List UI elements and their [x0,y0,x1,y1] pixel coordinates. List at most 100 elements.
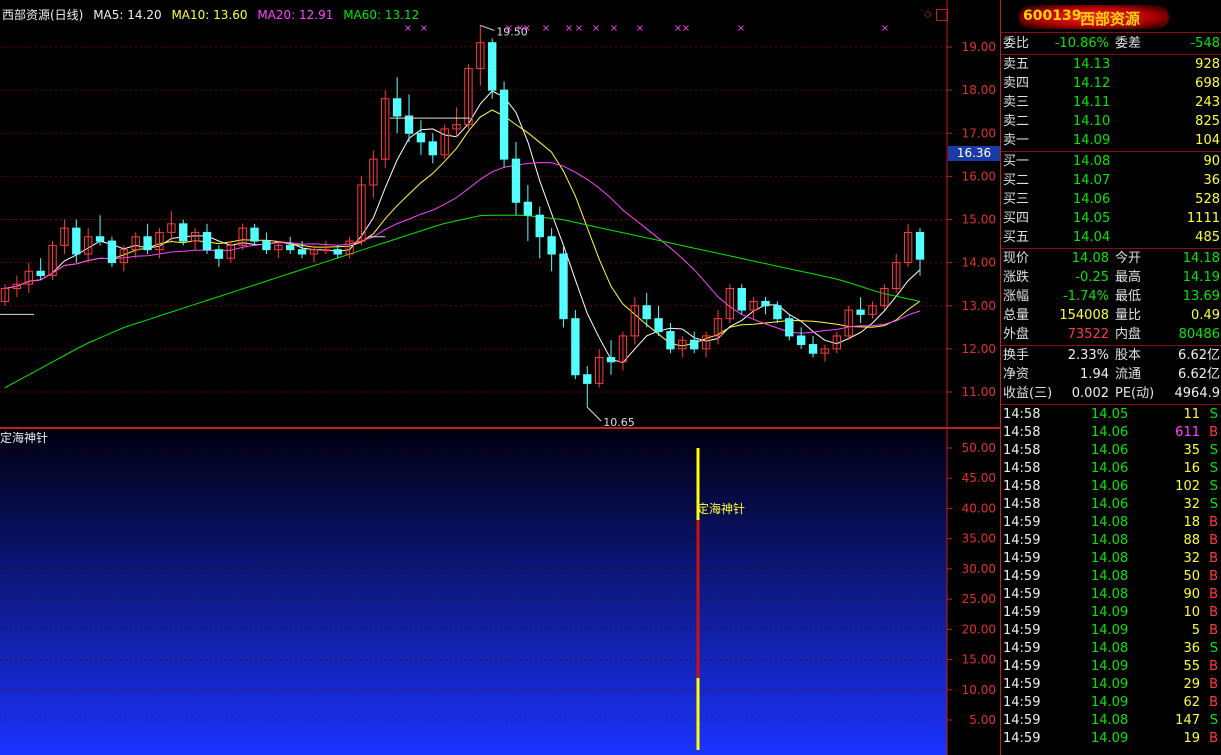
sell-level-label: 卖三 [1003,95,1030,110]
signal-mark: × [420,23,428,34]
tick-side: B [1209,677,1218,692]
candle-body [179,223,188,242]
panel-title: 600139 西部资源 [1001,0,1221,33]
candle-body [499,89,509,160]
tick-side: S [1209,461,1218,476]
fin-label: 流通 [1115,367,1142,382]
ma10-line [4,109,921,347]
fin-label: 换手 [1003,348,1030,363]
tick-time: 14:59 [1003,731,1041,746]
buy-volume: 36 [1203,173,1220,188]
sell-price: 14.13 [1073,57,1111,72]
sell-row: 卖五 14.13 928 [1001,56,1221,74]
stock-code: 600139 [1023,8,1082,24]
candle-body [202,231,212,251]
tick-volume: 50 [1183,569,1200,584]
candle-body [250,227,259,242]
sell-row: 卖二 14.10 825 [1001,113,1221,131]
fin-row: 换手 2.33% 股本 6.62亿 [1001,347,1221,365]
fin-label: PE(动) [1115,386,1155,401]
tick-side: B [1209,731,1218,746]
stat-row: 外盘 73522 内盘 80486 [1001,326,1221,344]
buy-volume: 1111 [1186,211,1220,226]
tick-price: 14.08 [1091,641,1129,656]
fin-value: 4964.9 [1174,386,1221,401]
tick-volume: 55 [1183,659,1200,674]
sell-volume: 928 [1195,57,1220,72]
tick-row: 14:59 14.09 55 B [1001,658,1221,676]
low-pointer [586,406,602,422]
weibi-row: 委比 -10.86% 委差 -548 [1001,35,1221,53]
ma60-label: MA60: 13.12 [343,8,420,22]
fin-value: 6.62亿 [1178,348,1220,363]
stat-row: 现价 14.08 今开 14.18 [1001,250,1221,268]
tick-row: 14:59 14.09 5 B [1001,622,1221,640]
tick-time: 14:58 [1003,461,1041,476]
tick-price: 14.09 [1091,695,1129,710]
quote-panel: 600139 西部资源 委比 -10.86% 委差 -548 卖五 14.13 928 卖四 1… [1000,0,1221,755]
chart-canvas[interactable]: 19.5010.65 × × × ×× × × × × × × × × × × 19.0018.0017.… [0,0,1000,755]
tick-time: 14:59 [1003,713,1041,728]
candle-body [214,249,224,259]
buy-price: 14.04 [1073,230,1111,245]
tick-time: 14:58 [1003,479,1041,494]
tick-time: 14:59 [1003,695,1041,710]
tick-time: 14:59 [1003,515,1041,530]
buy-row: 买四 14.05 1111 [1001,210,1221,228]
candle-body [488,42,497,91]
candle-body [571,318,580,376]
price-tick-label: 14.00 [962,256,996,270]
stat-label: 量比 [1115,308,1142,323]
signal-mark: × [575,23,583,34]
sell-level-label: 卖四 [1003,76,1030,91]
tick-row: 14:58 14.06 32 S [1001,496,1221,514]
tick-volume: 10 [1183,605,1200,620]
tick-volume: 19 [1183,731,1200,746]
sell-price: 14.10 [1073,114,1111,129]
stock-name: 西部资源 [1080,10,1141,28]
candle-body [690,339,699,350]
weicha-label: 委差 [1115,36,1142,51]
tick-side: B [1209,425,1218,440]
weibi-value: -10.86% [1054,36,1109,51]
fin-label: 股本 [1115,348,1142,363]
candle-body [143,236,152,251]
current-price-box: 16.36 [948,146,1000,161]
candle-body [808,344,818,354]
tick-row: 14:59 14.09 10 B [1001,604,1221,622]
tick-row: 14:58 14.06 102 S [1001,478,1221,496]
tick-side: S [1209,479,1218,494]
tick-volume: 102 [1175,479,1200,494]
candle-body [523,201,533,216]
indicator-tick-label: 40.00 [962,501,996,515]
panel-divider [1001,404,1221,405]
signal-mark: × [636,23,644,34]
indicator-tick-label: 25.00 [962,592,996,606]
candle-body [761,300,770,307]
price-tick-label: 16.00 [962,169,996,183]
signal-mark: × [610,23,618,34]
sell-volume: 698 [1195,76,1220,91]
window-toggle-icon[interactable] [936,9,948,21]
tick-time: 14:59 [1003,641,1041,656]
stat-value: 0.49 [1191,308,1220,323]
ma20-line [4,162,921,334]
buy-level-label: 买三 [1003,192,1030,207]
ma20-label: MA20: 12.91 [257,8,334,22]
fin-row: 净资 1.94 流通 6.62亿 [1001,366,1221,384]
weicha-value: -548 [1190,36,1220,51]
candle-body [107,240,117,264]
panel-divider [1001,248,1221,249]
tick-row: 14:59 14.08 36 S [1001,640,1221,658]
tick-time: 14:59 [1003,569,1041,584]
price-tick-label: 13.00 [962,299,996,313]
stat-label: 今开 [1115,251,1142,266]
diamond-icon[interactable]: ◇ [924,9,932,20]
tick-row: 14:59 14.08 147 S [1001,712,1221,730]
signal-mark: × [542,23,550,34]
tick-price: 14.08 [1091,515,1129,530]
buy-level-label: 买四 [1003,211,1030,226]
sell-row: 卖三 14.11 243 [1001,94,1221,112]
tick-time: 14:59 [1003,605,1041,620]
tick-time: 14:59 [1003,587,1041,602]
